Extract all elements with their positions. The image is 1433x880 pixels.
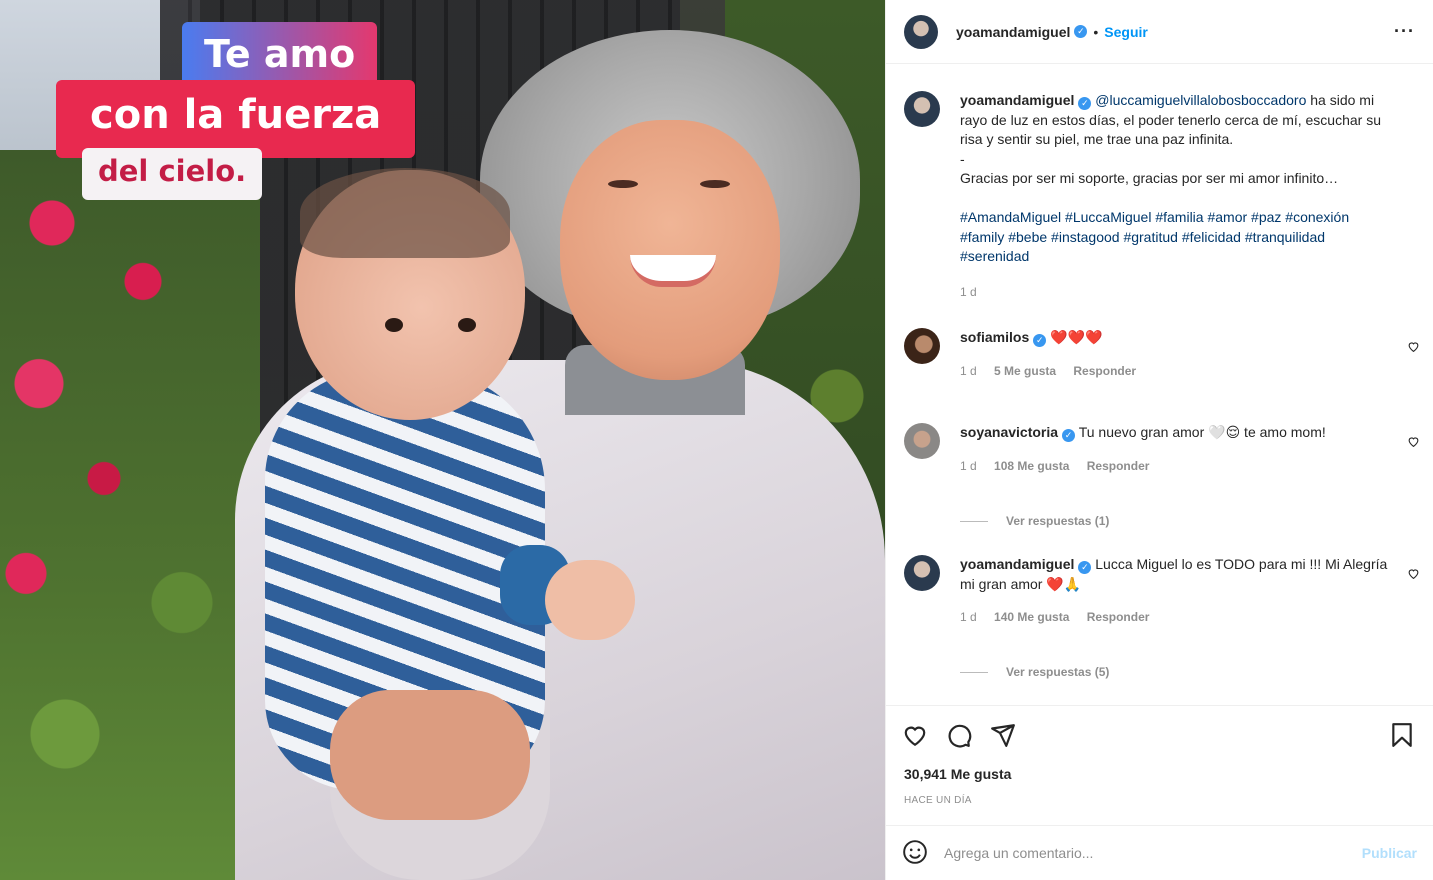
photo-flowers <box>0 150 260 880</box>
comment-row: soyanavictoria ✓ Tu nuevo gran amor 🤍😌 te… <box>904 423 1421 476</box>
avatar[interactable] <box>904 14 938 49</box>
comment-body: sofiamilos ✓ ❤️❤️❤️ 1 d 5 Me gusta Respon… <box>960 328 1421 381</box>
post-timestamp[interactable]: HACE UN DÍA <box>904 795 972 806</box>
post-actions-bar <box>886 705 1433 765</box>
follow-button[interactable]: Seguir <box>1104 24 1148 40</box>
verified-badge-icon: ✓ <box>1033 334 1047 347</box>
avatar[interactable] <box>904 555 940 591</box>
comment-time[interactable]: 1 d <box>960 610 977 624</box>
comment-reply-button[interactable]: Responder <box>1087 459 1150 473</box>
avatar[interactable] <box>904 91 940 127</box>
comment-body: soyanavictoria ✓ Tu nuevo gran amor 🤍😌 te… <box>960 423 1421 476</box>
photo-baby-eye <box>458 318 476 332</box>
comment-username[interactable]: sofiamilos <box>960 329 1029 345</box>
comment-likes[interactable]: 108 Me gusta <box>994 459 1069 473</box>
like-heart-icon[interactable] <box>902 722 930 750</box>
comment-body: yoamandamiguel ✓ Lucca Miguel lo es TODO … <box>960 555 1421 628</box>
verified-badge-icon: ✓ <box>1062 429 1076 442</box>
comment-meta: 1 d 108 Me gusta Responder <box>960 457 1397 477</box>
comment-row: sofiamilos ✓ ❤️❤️❤️ 1 d 5 Me gusta Respon… <box>904 328 1421 381</box>
comment-row: yoamandamiguel ✓ Lucca Miguel lo es TODO … <box>904 555 1421 628</box>
comment-meta: 1 d 140 Me gusta Responder <box>960 608 1397 628</box>
post-header: yoamandamiguel ✓ • Seguir ··· <box>886 0 1433 64</box>
photo-woman-hand <box>330 690 530 820</box>
comment-reply-button[interactable]: Responder <box>1073 364 1136 378</box>
comment-bubble-icon[interactable] <box>946 722 974 750</box>
share-paper-plane-icon[interactable] <box>990 722 1018 750</box>
photo-woman-eye <box>608 180 638 188</box>
comment-time[interactable]: 1 d <box>960 459 977 473</box>
photo-baby-hand <box>545 560 635 640</box>
comment-meta: 1 d 5 Me gusta Responder <box>960 362 1397 382</box>
emoji-smiley-icon[interactable] <box>902 839 928 868</box>
comment-text: ❤️❤️❤️ <box>1050 329 1103 345</box>
comment-username[interactable]: yoamandamiguel <box>960 556 1074 572</box>
photo-woman-face <box>560 120 780 380</box>
comment-reply-button[interactable]: Responder <box>1087 610 1150 624</box>
comment-likes[interactable]: 5 Me gusta <box>994 364 1056 378</box>
caption-dash: - <box>960 150 965 167</box>
overlay-text-line1: Te amo <box>182 22 378 88</box>
comment-input[interactable] <box>944 845 1362 861</box>
separator-dot: • <box>1093 23 1099 40</box>
caption-mention-link[interactable]: @luccamiguelvillalobosboccadoro <box>1095 92 1306 108</box>
post-image[interactable]: Te amo con la fuerza del cielo. <box>0 0 885 880</box>
comment-like-heart-icon[interactable] <box>1407 340 1421 354</box>
publish-comment-button[interactable]: Publicar <box>1362 845 1417 861</box>
overlay-text-line2: con la fuerza <box>56 80 416 158</box>
caption-row: yoamandamiguel ✓ @luccamiguelvillalobosbo… <box>904 91 1421 302</box>
save-bookmark-icon[interactable] <box>1389 722 1417 750</box>
caption-username[interactable]: yoamandamiguel <box>960 92 1074 108</box>
comment-text: Tu nuevo gran amor 🤍😌 te amo mom! <box>1078 424 1326 440</box>
avatar[interactable] <box>904 423 940 459</box>
caption-text-2: Gracias por ser mi soporte, gracias por … <box>960 170 1339 186</box>
caption-meta: 1 d <box>960 283 1397 303</box>
header-username[interactable]: yoamandamiguel <box>956 24 1070 40</box>
comment-time[interactable]: 1 d <box>960 364 977 378</box>
post-like-count[interactable]: 30,941 Me gusta <box>904 766 1011 782</box>
avatar[interactable] <box>904 328 940 364</box>
comment-like-heart-icon[interactable] <box>1407 435 1421 449</box>
photo-baby-eye <box>385 318 403 332</box>
view-replies-button[interactable]: Ver respuestas (1) <box>960 514 1109 528</box>
comment-username[interactable]: soyanavictoria <box>960 424 1058 440</box>
comments-list[interactable]: yoamandamiguel ✓ @luccamiguelvillalobosbo… <box>886 65 1433 705</box>
add-comment-bar: Publicar <box>886 825 1433 880</box>
view-replies-button[interactable]: Ver respuestas (5) <box>960 665 1109 679</box>
caption-hashtags[interactable]: #AmandaMiguel #LuccaMiguel #familia #amo… <box>960 209 1349 264</box>
verified-badge-icon: ✓ <box>1074 25 1088 38</box>
photo-woman-eye <box>700 180 730 188</box>
caption-body: yoamandamiguel ✓ @luccamiguelvillalobosbo… <box>960 91 1421 302</box>
comment-like-heart-icon[interactable] <box>1407 567 1421 581</box>
overlay-text-line3: del cielo. <box>82 148 263 200</box>
verified-badge-icon: ✓ <box>1078 97 1092 110</box>
post-side-panel: yoamandamiguel ✓ • Seguir ··· yoamandami… <box>885 0 1433 880</box>
comment-likes[interactable]: 140 Me gusta <box>994 610 1069 624</box>
more-options-icon[interactable]: ··· <box>1394 21 1415 42</box>
caption-time[interactable]: 1 d <box>960 285 977 299</box>
photo-baby-hair <box>300 168 510 258</box>
verified-badge-icon: ✓ <box>1078 561 1092 574</box>
